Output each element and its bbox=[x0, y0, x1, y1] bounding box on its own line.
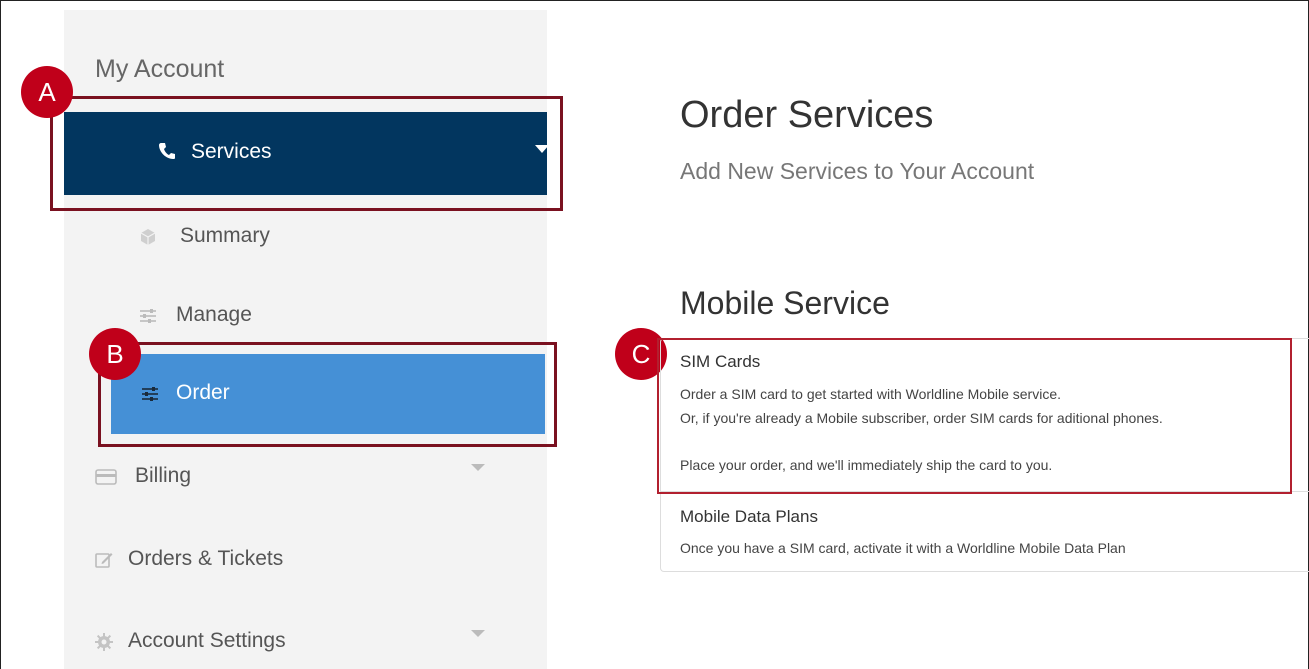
sidebar-title: My Account bbox=[95, 55, 225, 83]
sidebar-item-label: Summary bbox=[180, 224, 270, 247]
chevron-down-icon[interactable] bbox=[471, 464, 485, 471]
item-text: Once you have a SIM card, activate it wi… bbox=[680, 540, 1126, 556]
sliders-icon bbox=[139, 307, 157, 325]
gear-icon bbox=[95, 633, 113, 651]
annotation-marker-a: A bbox=[21, 66, 73, 118]
credit-card-icon bbox=[95, 468, 117, 486]
item-title: Mobile Data Plans bbox=[680, 507, 818, 526]
sidebar-item-label: Billing bbox=[135, 464, 192, 487]
chevron-down-icon[interactable] bbox=[471, 630, 485, 637]
sidebar-item-label: Orders & Tickets bbox=[128, 547, 284, 570]
page-subtitle: Add New Services to Your Account bbox=[680, 158, 1035, 184]
cube-icon bbox=[139, 228, 157, 246]
sidebar-item-label: Account Settings bbox=[128, 629, 286, 652]
highlight-box-a bbox=[50, 96, 563, 211]
section-title: Mobile Service bbox=[680, 285, 890, 321]
annotation-marker-b: B bbox=[89, 328, 141, 380]
highlight-box-c bbox=[657, 338, 1292, 494]
page-title: Order Services bbox=[680, 94, 934, 136]
sidebar-item-label: Manage bbox=[176, 303, 252, 326]
edit-icon bbox=[95, 551, 113, 569]
highlight-box-b bbox=[98, 342, 557, 447]
